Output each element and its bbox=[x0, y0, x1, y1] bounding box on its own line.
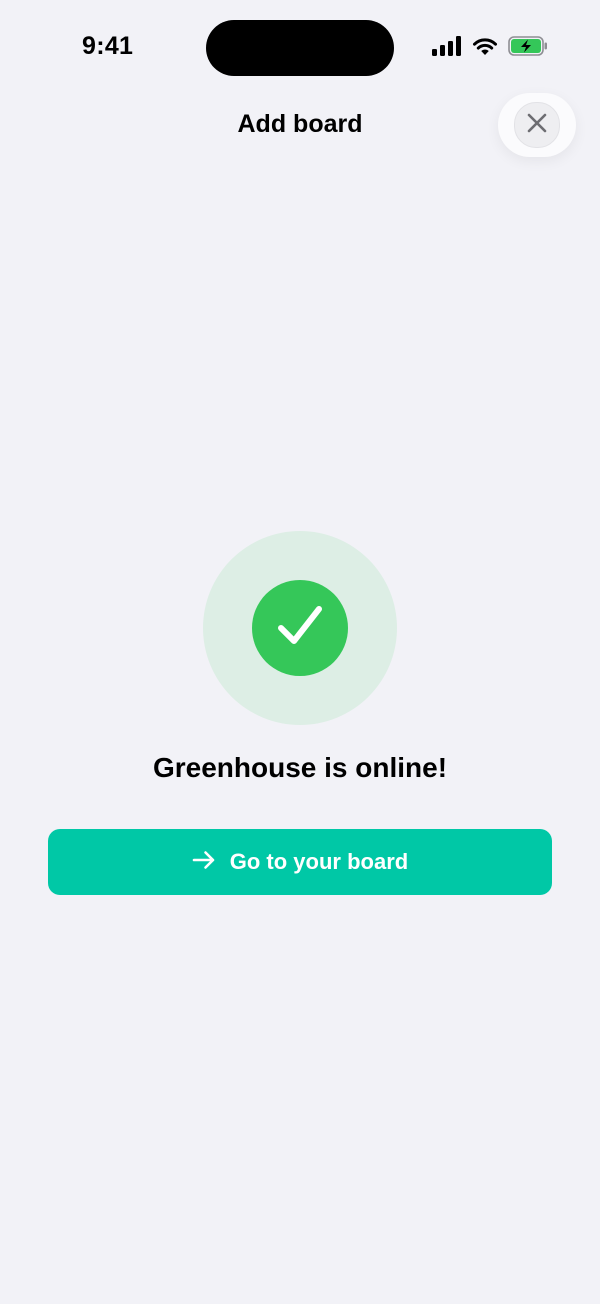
add-board-screen: 9:41 Add board Greenhouse is online! Go … bbox=[0, 0, 600, 1304]
battery-charging-icon bbox=[508, 36, 548, 56]
success-halo bbox=[203, 531, 397, 725]
cellular-signal-icon bbox=[432, 36, 462, 56]
dynamic-island bbox=[206, 20, 394, 76]
close-button[interactable] bbox=[498, 93, 576, 157]
close-icon bbox=[526, 112, 548, 139]
status-icons bbox=[432, 36, 548, 56]
checkmark-icon bbox=[275, 601, 325, 656]
go-to-board-label: Go to your board bbox=[229, 849, 409, 874]
status-bar: 9:41 bbox=[0, 0, 600, 96]
header: Add board bbox=[0, 93, 600, 160]
arrow-right-icon bbox=[192, 850, 216, 875]
go-to-board-button[interactable]: Go to your board bbox=[48, 829, 552, 895]
wifi-icon bbox=[472, 36, 498, 56]
success-circle bbox=[252, 580, 348, 676]
status-time: 9:41 bbox=[82, 32, 134, 60]
close-button-circle[interactable] bbox=[514, 102, 560, 148]
success-message: Greenhouse is online! bbox=[152, 752, 448, 783]
